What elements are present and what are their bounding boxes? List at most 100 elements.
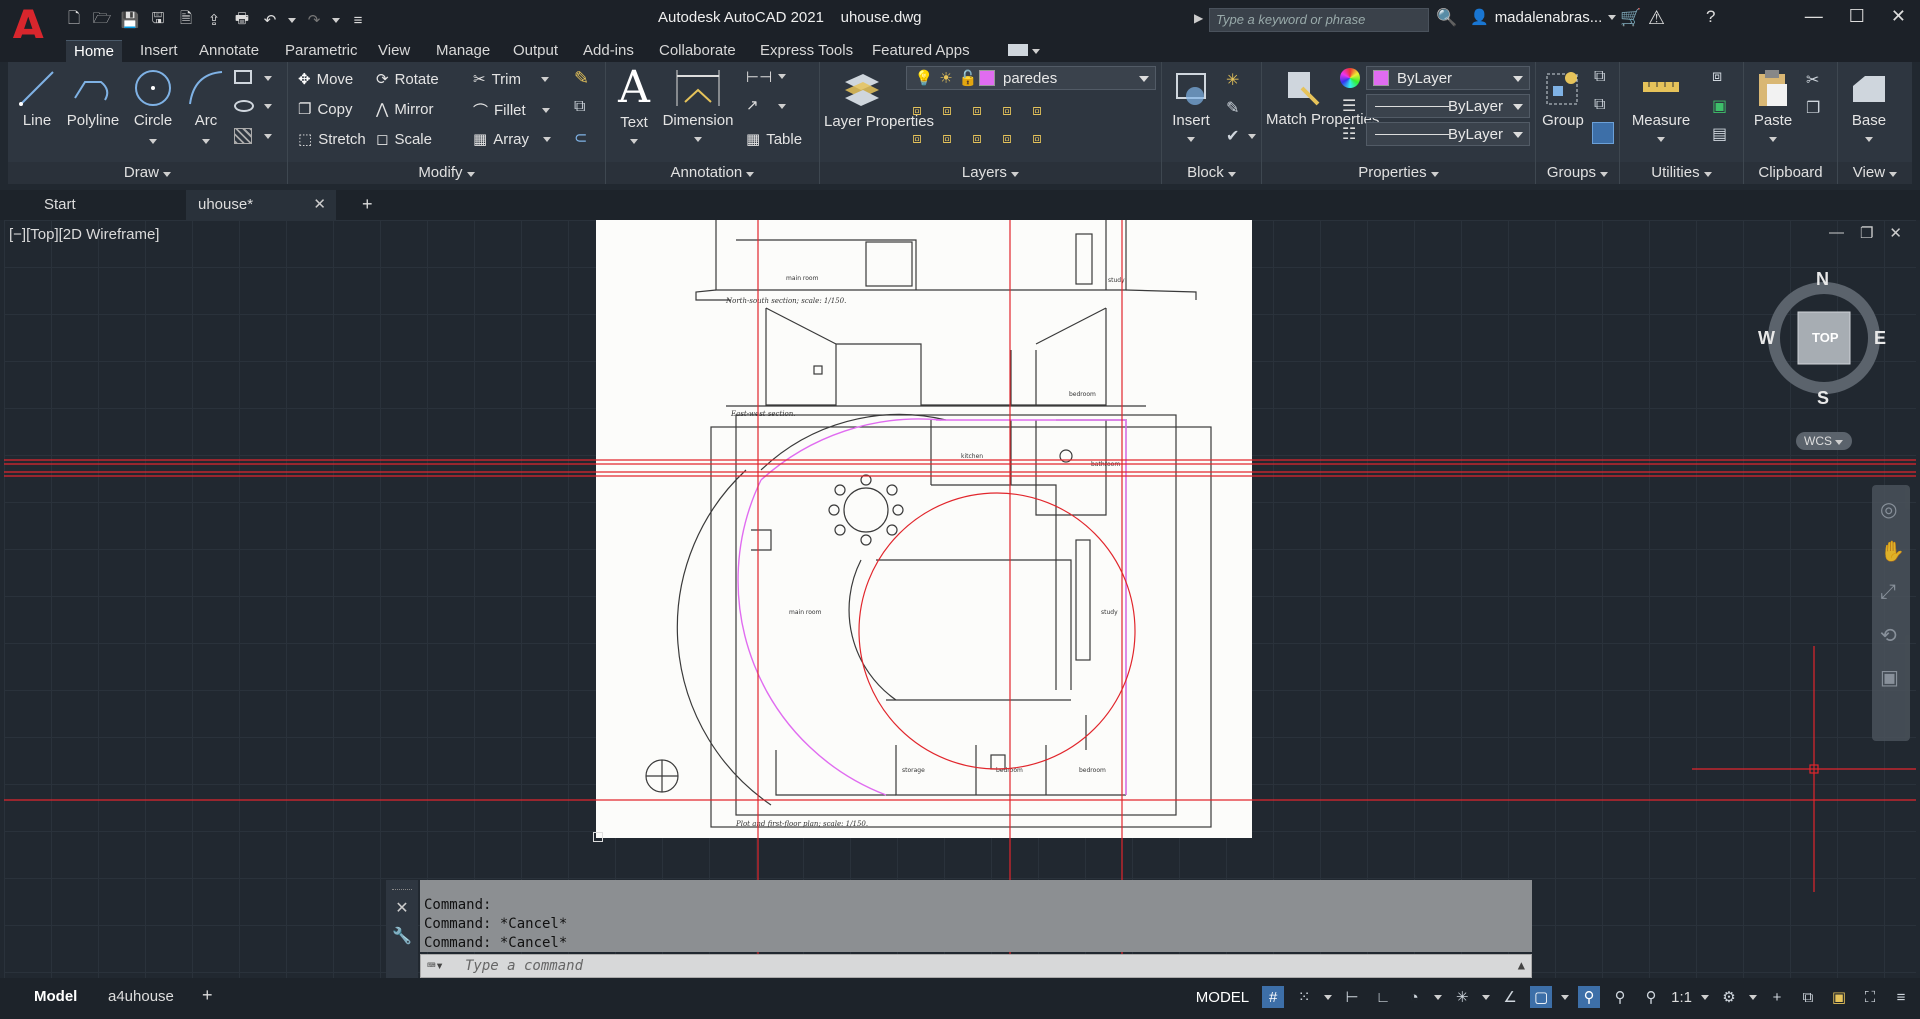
linear-dim-icon[interactable]: ⊢⊣ [746, 68, 772, 86]
tab-insert[interactable]: Insert [132, 40, 186, 62]
tab-a4uhouse[interactable]: a4uhouse [100, 986, 182, 1007]
new-tab-button[interactable]: + [350, 190, 385, 220]
isodraft-dropdown-icon[interactable] [1482, 994, 1491, 1000]
ortho-icon[interactable]: ∟ [1372, 986, 1394, 1008]
model-space-button[interactable]: MODEL [1192, 987, 1253, 1008]
annotation-scale-icon[interactable]: ⚲ [1640, 986, 1662, 1008]
ribbon-minimize-dropdown-icon[interactable] [1032, 49, 1040, 54]
grid-icon[interactable]: # [1262, 986, 1285, 1008]
stretch-tool[interactable]: ⬚ Stretch [298, 130, 366, 149]
leader-icon[interactable]: ↗ [746, 96, 759, 114]
workspace-dropdown-icon[interactable] [1749, 994, 1757, 1000]
layer-freeze-icon[interactable]: ⧈ [966, 100, 988, 120]
redo-icon[interactable]: ↷ [304, 10, 324, 30]
viewcube[interactable]: N S E W TOP WCS [1758, 269, 1888, 450]
ribbon-minimize-icon[interactable] [1008, 44, 1028, 56]
drawing-viewport[interactable]: [−][Top][2D Wireframe] — ❐ ✕ North-south… [4, 220, 1916, 978]
command-grip[interactable] [392, 880, 412, 890]
select-similar-icon[interactable]: ⧈ [1712, 68, 1722, 86]
group-edit-icon[interactable]: ⧉ [1594, 96, 1605, 114]
ellipse-icon[interactable] [234, 100, 254, 112]
tab-add-ins[interactable]: Add-ins [575, 40, 642, 62]
block-attribute-dropdown-icon[interactable] [1248, 134, 1256, 139]
help-icon[interactable]: ? [1706, 7, 1715, 27]
zoom-extents-icon[interactable]: ⤢ [1880, 581, 1896, 604]
leader-dropdown-icon[interactable] [778, 104, 786, 109]
block-panel-title[interactable]: Block [1162, 162, 1261, 184]
new-icon[interactable]: 🗋 [64, 10, 84, 30]
annotation-panel-title[interactable]: Annotation [606, 162, 819, 184]
tab-parametric[interactable]: Parametric [277, 40, 366, 62]
maximize-icon[interactable]: ☐ [1849, 6, 1865, 27]
showmotion-icon[interactable]: ▣ [1880, 665, 1899, 690]
tab-manage[interactable]: Manage [428, 40, 498, 62]
workspace-gear-icon[interactable]: ⚙ [1718, 986, 1740, 1008]
hatch-icon[interactable] [234, 128, 252, 144]
linear-dim-dropdown-icon[interactable] [778, 74, 786, 79]
tab-uhouse[interactable]: uhouse* ✕ [186, 190, 336, 220]
copy-clip-icon[interactable]: ❐ [1806, 98, 1820, 118]
circle-tool[interactable]: Circle [128, 68, 178, 148]
layer-unlock-icon[interactable]: ⧈ [996, 128, 1018, 148]
undo-icon[interactable]: ↶ [260, 10, 280, 30]
close-command-icon[interactable]: ✕ [386, 898, 418, 918]
layers-panel-title[interactable]: Layers [820, 162, 1161, 184]
block-attribute-icon[interactable]: ✔ [1226, 126, 1239, 146]
layer-unisolate-icon[interactable]: ⧈ [936, 128, 958, 148]
pan-icon[interactable]: ✋ [1880, 539, 1905, 564]
wcs-menu[interactable]: WCS [1796, 432, 1852, 450]
object-snap-icon[interactable]: ▢ [1530, 986, 1553, 1008]
close-window-icon[interactable]: ✕ [1891, 6, 1906, 27]
layer-isolate-icon[interactable]: ⧈ [936, 100, 958, 120]
color-dropdown[interactable]: ByLayer [1366, 66, 1530, 90]
cut-icon[interactable]: ✂ [1806, 70, 1819, 90]
array-tool[interactable]: ▦ Array [473, 130, 552, 148]
create-block-icon[interactable]: ✳ [1226, 70, 1239, 90]
tab-annotate[interactable]: Annotate [191, 40, 267, 62]
annotation-scale-value[interactable]: 1:1 [1671, 989, 1692, 1006]
group-selection-icon[interactable] [1592, 122, 1614, 144]
layer-dropdown[interactable]: 💡 ☀ 🔓 paredes [906, 66, 1156, 90]
polyline-tool[interactable]: Polyline [62, 68, 124, 129]
explode-icon[interactable]: ⧉ [574, 98, 585, 116]
tab-express-tools[interactable]: Express Tools [752, 40, 861, 62]
search-input[interactable]: Type a keyword or phrase [1209, 8, 1429, 32]
copy-tool[interactable]: ❐ Copy [298, 100, 352, 119]
view-panel-title[interactable]: View [1838, 162, 1912, 184]
linetype-dropdown[interactable]: ByLayer [1366, 122, 1530, 146]
layer-current-icon[interactable]: ⧈ [1026, 128, 1048, 148]
paste-tool[interactable]: Paste [1748, 68, 1798, 146]
open-icon[interactable]: 🗁 [92, 10, 112, 30]
command-history-up-icon[interactable]: ▲ [1518, 958, 1525, 972]
annotation-monitor-icon[interactable]: + [1766, 986, 1788, 1008]
text-tool[interactable]: A Text [616, 66, 652, 148]
annotation-visibility-icon[interactable]: ⚲ [1578, 986, 1601, 1008]
command-prompt-icon[interactable]: ⌨▾ [427, 958, 444, 974]
viewcube-top-face[interactable]: TOP [1812, 330, 1839, 345]
layer-off-icon[interactable]: ⧈ [906, 100, 928, 120]
tab-home[interactable]: Home [66, 40, 123, 62]
offset-icon[interactable]: ⊂ [574, 128, 587, 148]
object-snap-dropdown-icon[interactable] [1561, 994, 1570, 1000]
properties-panel-title[interactable]: Properties [1262, 162, 1535, 184]
edit-block-icon[interactable]: ✎ [1226, 98, 1239, 118]
fillet-tool[interactable]: ⌒ Fillet [473, 100, 550, 121]
polar-dropdown-icon[interactable] [1434, 994, 1443, 1000]
save-as-icon[interactable]: 🖫 [148, 10, 168, 30]
mirror-tool[interactable]: ⋀ Mirror [376, 100, 433, 119]
open-web-icon[interactable]: 🗎 [176, 10, 196, 30]
polar-icon[interactable]: ◔ [1403, 986, 1425, 1008]
autodesk-app-icon[interactable]: ⚠ [1648, 7, 1665, 30]
cart-icon[interactable]: 🛒 [1620, 8, 1641, 28]
object-snap-tracking-icon[interactable]: ∠ [1499, 986, 1521, 1008]
hatch-dropdown-icon[interactable] [264, 134, 272, 139]
compass-south[interactable]: S [1817, 388, 1829, 409]
layer-previous-icon[interactable]: ⧈ [906, 128, 928, 148]
hardware-acceleration-icon[interactable]: ▣ [1828, 986, 1850, 1008]
quick-select-icon[interactable]: ▣ [1712, 96, 1727, 116]
scale-dropdown-icon[interactable] [1701, 994, 1709, 1000]
minimize-icon[interactable]: — [1805, 6, 1823, 27]
rectangle-dropdown-icon[interactable] [264, 76, 272, 81]
isodraft-icon[interactable]: ✳ [1451, 986, 1473, 1008]
undo-dropdown-icon[interactable] [288, 10, 296, 30]
